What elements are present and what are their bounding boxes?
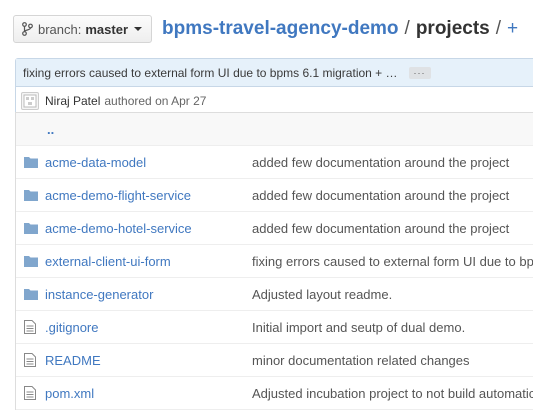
table-row[interactable]: acme-data-model added few documentation a… (16, 146, 533, 179)
repo-header: branch: master bpms-travel-agency-demo /… (13, 14, 518, 44)
file-name-link[interactable]: acme-data-model (45, 155, 252, 170)
repo-page: branch: master bpms-travel-agency-demo /… (0, 0, 533, 419)
file-commit-message[interactable]: added few documentation around the proje… (252, 188, 533, 203)
breadcrumb-separator: / (404, 18, 410, 39)
breadcrumb-repo-link[interactable]: bpms-travel-agency-demo (162, 18, 399, 40)
folder-icon (24, 188, 38, 202)
file-name-link[interactable]: README (45, 353, 252, 368)
commit-author[interactable]: Niraj Patel (45, 94, 100, 108)
folder-icon (24, 287, 38, 301)
file-list: .. acme-data-model added few documentatio… (15, 112, 533, 410)
file-icon (24, 320, 38, 334)
file-commit-message[interactable]: added few documentation around the proje… (252, 221, 533, 236)
file-name-link[interactable]: external-client-ui-form (45, 254, 252, 269)
table-row[interactable]: pom.xml Adjusted incubation project to no… (16, 377, 533, 410)
branch-selector-button[interactable]: branch: master (13, 15, 153, 43)
branch-icon (22, 22, 33, 36)
table-row[interactable]: .gitignore Initial import and seutp of du… (16, 311, 533, 344)
breadcrumb-separator: / (495, 18, 502, 39)
breadcrumb: bpms-travel-agency-demo / projects / + (162, 18, 518, 40)
folder-icon (24, 221, 38, 235)
file-commit-message[interactable]: Initial import and seutp of dual demo. (252, 320, 533, 335)
file-commit-message[interactable]: Adjusted layout readme. (252, 287, 533, 302)
file-name-link[interactable]: pom.xml (45, 386, 252, 401)
latest-commit-box: fixing errors caused to external form UI… (15, 58, 533, 115)
file-name-link[interactable]: acme-demo-hotel-service (45, 221, 252, 236)
parent-directory-link[interactable]: .. (47, 122, 254, 137)
file-icon (24, 353, 38, 367)
file-name-link[interactable]: instance-generator (45, 287, 252, 302)
file-name-link[interactable]: acme-demo-flight-service (45, 188, 252, 203)
table-row[interactable]: README minor documentation related change… (16, 344, 533, 377)
commit-message[interactable]: fixing errors caused to external form UI… (23, 66, 398, 80)
expand-commit-button[interactable]: ··· (408, 66, 431, 79)
table-row[interactable]: external-client-ui-form fixing errors cau… (16, 245, 533, 278)
file-commit-message[interactable]: minor documentation related changes (252, 353, 533, 368)
chevron-down-icon (134, 27, 143, 31)
commit-title-bar: fixing errors caused to external form UI… (16, 59, 533, 87)
file-commit-message[interactable]: added few documentation around the proje… (252, 155, 533, 170)
branch-prefix-label: branch: (38, 21, 82, 37)
folder-icon (24, 254, 38, 268)
commit-meta: Niraj Patel authored on Apr 27 (16, 87, 533, 114)
table-row[interactable]: instance-generator Adjusted layout readme… (16, 278, 533, 311)
branch-name-label: master (85, 21, 129, 37)
file-commit-message[interactable]: fixing errors caused to external form UI… (252, 254, 533, 269)
add-file-link[interactable]: + (507, 18, 518, 40)
file-icon (24, 386, 38, 400)
file-commit-message[interactable]: Adjusted incubation project to not build… (252, 386, 533, 401)
file-name-link[interactable]: .gitignore (45, 320, 252, 335)
avatar[interactable] (21, 91, 39, 110)
folder-icon (24, 155, 38, 169)
parent-directory-row[interactable]: .. (16, 113, 533, 146)
table-row[interactable]: acme-demo-hotel-service added few documen… (16, 212, 533, 245)
breadcrumb-current-folder: projects (415, 18, 490, 39)
table-row[interactable]: acme-demo-flight-service added few docume… (16, 179, 533, 212)
commit-authored-date: authored on Apr 27 (104, 93, 207, 108)
